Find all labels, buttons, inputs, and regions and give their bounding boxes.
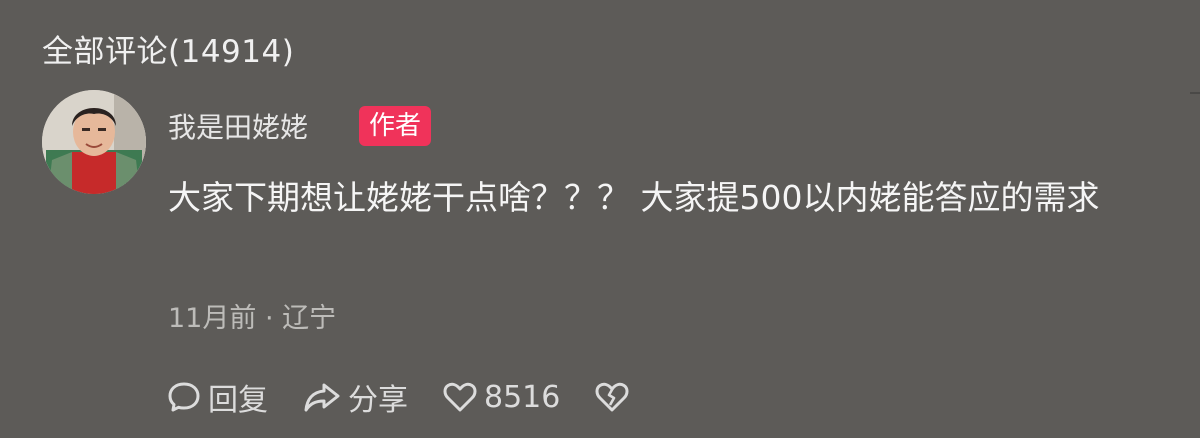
heart-icon	[443, 382, 477, 412]
like-count: 8516	[484, 379, 561, 415]
reply-label: 回复	[208, 383, 268, 418]
share-arrow-icon	[304, 383, 340, 412]
comment-actions: 回复 分享 8516	[166, 374, 636, 420]
dislike-button[interactable]	[594, 379, 636, 415]
comment-meta: 11月前 · 辽宁	[168, 303, 337, 334]
share-label: 分享	[348, 383, 408, 418]
username[interactable]: 我是田姥姥	[168, 106, 308, 146]
avatar-photo	[42, 90, 146, 194]
share-button[interactable]: 分享	[302, 375, 408, 419]
like-button[interactable]: 8516	[442, 379, 560, 415]
comment-bubble-icon	[168, 382, 200, 412]
scroll-indicator	[1190, 92, 1200, 94]
avatar[interactable]	[42, 90, 146, 194]
broken-heart-icon	[595, 382, 629, 412]
author-badge: 作者	[359, 106, 432, 146]
comments-header: 全部评论(14914)	[42, 34, 295, 70]
reply-button[interactable]: 回复	[166, 375, 268, 419]
comment-text: 大家下期想让姥姥干点啥？？？ 大家提500以内姥能答应的需求	[168, 178, 1100, 217]
